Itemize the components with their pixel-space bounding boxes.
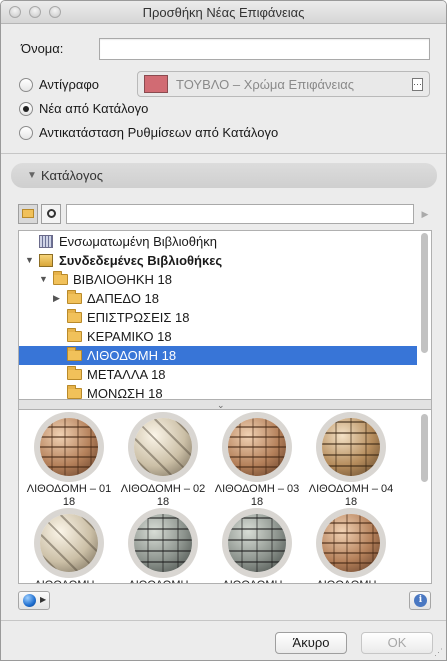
folder-library-icon bbox=[22, 209, 34, 218]
library-view-button[interactable] bbox=[18, 204, 38, 224]
search-arrow-icon[interactable]: ▶ bbox=[418, 204, 432, 224]
material-thumbnails-grid[interactable]: ΛΙΘΟΔΟΜΗ – 01 18 ΛΙΘΟΔΟΜΗ – 02 18 ΛΙΘΟΔΟΜΗ… bbox=[18, 409, 432, 584]
tree-row-label: ΜΟΝΩΣΗ 18 bbox=[87, 386, 163, 400]
info-button[interactable]: i bbox=[409, 591, 431, 610]
tree-row[interactable]: ▶ ΔΑΠΕΔΟ 18 bbox=[19, 289, 417, 308]
search-button[interactable] bbox=[41, 204, 61, 224]
material-preview-image bbox=[134, 514, 192, 572]
material-thumbnail[interactable]: ΛΙΘΟΔΟΜΗ – bbox=[213, 510, 301, 583]
folder-icon bbox=[67, 385, 82, 399]
material-preview-image bbox=[322, 418, 380, 476]
globe-menu-button[interactable]: ▶ bbox=[18, 591, 50, 610]
material-thumbnail[interactable]: ΛΙΘΟΔΟΜΗ – 04 18 bbox=[307, 414, 395, 510]
search-icon bbox=[46, 209, 56, 218]
tree-row[interactable]: ΜΕΤΑΛΛΑ 18 bbox=[19, 365, 417, 384]
material-thumbnail[interactable]: ΛΙΘΟΔΟΜΗ – bbox=[25, 510, 113, 583]
tree-row-label: ΜΕΤΑΛΛΑ 18 bbox=[87, 367, 166, 382]
material-thumbnail-label: ΛΙΘΟΔΟΜΗ – bbox=[213, 579, 301, 583]
thumbnails-scrollbar-thumb[interactable] bbox=[421, 414, 428, 482]
globe-icon bbox=[23, 594, 36, 607]
material-thumbnail-label: ΛΙΘΟΔΟΜΗ – 04 18 bbox=[308, 483, 394, 508]
catalog-section-label: Κατάλογος bbox=[41, 168, 104, 183]
tree-row-label: Ενσωματωμένη Βιβλιοθήκη bbox=[59, 234, 217, 249]
tree-row[interactable]: ▼ Συνδεδεμένες Βιβλιοθήκες bbox=[19, 251, 417, 270]
material-thumbnail[interactable]: ΛΙΘΟΔΟΜΗ – 02 18 bbox=[119, 414, 207, 510]
tree-row-label: Συνδεδεμένες Βιβλιοθήκες bbox=[59, 253, 223, 268]
ok-button[interactable]: OK bbox=[361, 632, 433, 654]
catalog-tree[interactable]: Ενσωματωμένη Βιβλιοθήκη ▼ Συνδεδεμένες Βιβ… bbox=[18, 230, 432, 400]
linked-libraries-icon bbox=[39, 254, 53, 267]
tree-row[interactable]: ΜΟΝΩΣΗ 18 bbox=[19, 384, 417, 400]
disclosure-closed-icon[interactable]: ▶ bbox=[53, 289, 60, 308]
tree-row[interactable]: Ενσωματωμένη Βιβλιοθήκη bbox=[19, 232, 417, 251]
folder-icon bbox=[53, 271, 68, 285]
material-thumbnail-label: ΛΙΘΟΔΟΜΗ – 03 18 bbox=[214, 483, 300, 508]
menu-arrow-icon: ▶ bbox=[40, 595, 47, 604]
folder-icon bbox=[67, 309, 82, 323]
material-preview-image bbox=[228, 418, 286, 476]
material-thumbnail[interactable]: ΛΙΘΟΔΟΜΗ – 01 18 bbox=[25, 414, 113, 510]
material-preview-image bbox=[40, 418, 98, 476]
pane-splitter[interactable]: ⌄ bbox=[18, 400, 432, 410]
folder-icon bbox=[67, 347, 82, 361]
tree-row[interactable]: ▼ ΒΙΒΛΙΟΘΗΚΗ 18 bbox=[19, 270, 417, 289]
folder-icon bbox=[67, 290, 82, 304]
copy-source-popup: ΤΟΥΒΛΟ – Χρώμα Επιφάνειας ⋯ bbox=[137, 71, 430, 97]
material-preview-image bbox=[40, 514, 98, 572]
document-icon: ⋯ bbox=[412, 78, 423, 91]
folder-icon bbox=[67, 366, 82, 380]
catalog-search-input[interactable] bbox=[66, 204, 414, 224]
tree-scrollbar[interactable] bbox=[420, 233, 429, 397]
material-thumbnail-label: ΛΙΘΟΔΟΜΗ – bbox=[119, 579, 207, 583]
material-preview-image bbox=[322, 514, 380, 572]
copy-source-text: ΤΟΥΒΛΟ – Χρώμα Επιφάνειας bbox=[176, 77, 354, 92]
material-thumbnail[interactable]: ΛΙΘΟΔΟΜΗ – 03 18 bbox=[213, 414, 301, 510]
dialog-window: Προσθήκη Νέας Επιφάνειας Όνομα: Αντίγραφ… bbox=[0, 0, 447, 661]
divider bbox=[1, 153, 446, 154]
thumbnails-scrollbar[interactable] bbox=[420, 412, 429, 582]
tree-row[interactable]: ΛΙΘΟΔΟΜΗ 18 bbox=[19, 346, 417, 365]
title-bar: Προσθήκη Νέας Επιφάνειας bbox=[1, 1, 446, 24]
cancel-button[interactable]: Άκυρο bbox=[275, 632, 347, 654]
footer-divider bbox=[1, 620, 446, 621]
folder-icon bbox=[67, 328, 82, 342]
name-label: Όνομα: bbox=[21, 41, 64, 56]
material-thumbnail[interactable]: ΛΙΘΟΔΟΜΗ – bbox=[119, 510, 207, 583]
tree-row-label: ΕΠΙΣΤΡΩΣΕΙΣ 18 bbox=[87, 310, 190, 325]
tree-row-label: ΒΙΒΛΙΟΘΗΚΗ 18 bbox=[73, 272, 172, 287]
disclosure-open-icon[interactable]: ▼ bbox=[39, 270, 48, 289]
disclosure-triangle-icon: ▼ bbox=[27, 170, 37, 181]
info-icon: i bbox=[414, 594, 427, 607]
radio-new-from-catalog-label[interactable]: Νέα από Κατάλογο bbox=[39, 101, 148, 116]
radio-copy-label[interactable]: Αντίγραφο bbox=[39, 77, 99, 92]
radio-new-from-catalog[interactable] bbox=[19, 102, 33, 116]
window-title: Προσθήκη Νέας Επιφάνειας bbox=[142, 5, 305, 20]
catalog-section-header[interactable]: ▼ Κατάλογος bbox=[11, 163, 437, 188]
tree-row-label: ΚΕΡΑΜΙΚΟ 18 bbox=[87, 329, 172, 344]
material-preview-image bbox=[134, 418, 192, 476]
radio-replace-settings-label[interactable]: Αντικατάσταση Ρυθμίσεων από Κατάλογο bbox=[39, 125, 278, 140]
tree-scrollbar-thumb[interactable] bbox=[421, 233, 428, 353]
tree-row-label: ΔΑΠΕΔΟ 18 bbox=[87, 291, 160, 306]
radio-replace-settings[interactable] bbox=[19, 126, 33, 140]
material-thumbnail-label: ΛΙΘΟΔΟΜΗ – 02 18 bbox=[120, 483, 206, 508]
material-thumbnail-label: ΛΙΘΟΔΟΜΗ – bbox=[307, 579, 395, 583]
library-icon bbox=[39, 235, 53, 248]
color-swatch bbox=[144, 75, 168, 93]
material-preview-image bbox=[228, 514, 286, 572]
name-input[interactable] bbox=[99, 38, 430, 60]
material-thumbnail-label: ΛΙΘΟΔΟΜΗ – bbox=[25, 579, 113, 583]
resize-grip-icon[interactable]: ⋰ bbox=[434, 647, 443, 658]
radio-copy[interactable] bbox=[19, 78, 33, 92]
disclosure-open-icon[interactable]: ▼ bbox=[25, 251, 34, 270]
material-thumbnail-label: ΛΙΘΟΔΟΜΗ – 01 18 bbox=[26, 483, 112, 508]
tree-row-label: ΛΙΘΟΔΟΜΗ 18 bbox=[87, 348, 177, 363]
tree-row[interactable]: ΕΠΙΣΤΡΩΣΕΙΣ 18 bbox=[19, 308, 417, 327]
material-thumbnail[interactable]: ΛΙΘΟΔΟΜΗ – bbox=[307, 510, 395, 583]
tree-row[interactable]: ΚΕΡΑΜΙΚΟ 18 bbox=[19, 327, 417, 346]
